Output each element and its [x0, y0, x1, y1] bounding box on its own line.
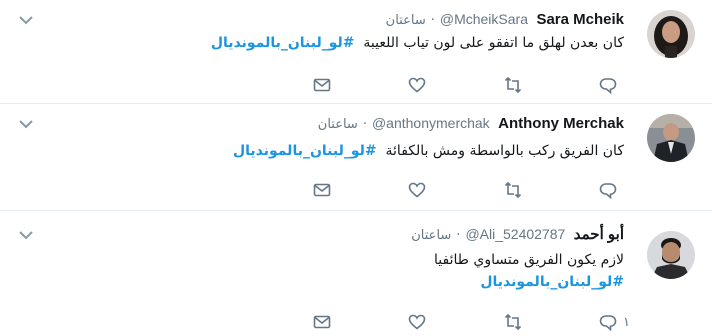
retweet-icon [504, 76, 522, 94]
tweet-header: ساعتان · @McheikSara Sara Mcheik [386, 8, 624, 32]
reply-button[interactable]: ١ [599, 312, 630, 332]
bearded-man-avatar-icon [647, 231, 695, 279]
message-button[interactable] [313, 312, 331, 332]
hashtag-link[interactable]: #لو_لبنان_بالمونديال [434, 271, 624, 293]
avatar[interactable] [647, 10, 695, 58]
message-icon [313, 78, 331, 92]
tweet-actions [0, 75, 712, 95]
retweet-icon [504, 181, 522, 199]
tweet-header: ساعتان · @Ali_52402787 أبو أحمد [411, 223, 624, 247]
reply-icon [599, 315, 617, 331]
hashtag-link[interactable]: #لو_لبنان_بالمونديال [211, 35, 355, 51]
separator-dot: · [456, 228, 461, 243]
user-name[interactable]: Sara Mcheik [536, 11, 624, 28]
tweet[interactable]: ساعتان · @McheikSara Sara Mcheik كان بعدن … [0, 0, 712, 104]
chevron-down-icon[interactable] [18, 14, 34, 26]
tweet-time[interactable]: ساعتان [318, 117, 358, 132]
user-handle[interactable]: @anthonymerchak [372, 115, 490, 131]
like-button[interactable] [408, 180, 426, 200]
like-button[interactable] [408, 312, 426, 332]
tweet-body: كان بعدن لهلق ما اتفقو على لون تياب اللع… [363, 35, 624, 51]
avatar[interactable] [647, 114, 695, 162]
message-button[interactable] [313, 180, 331, 200]
tweet-header: ساعتان · @anthonymerchak Anthony Merchak [318, 112, 624, 136]
user-handle[interactable]: @McheikSara [440, 11, 528, 27]
woman-avatar-icon [647, 10, 695, 58]
user-name[interactable]: أبو أحمد [574, 226, 624, 243]
chevron-down-icon[interactable] [18, 229, 34, 241]
chevron-down-icon[interactable] [18, 118, 34, 130]
reply-icon [599, 183, 617, 199]
tweet[interactable]: ساعتان · @anthonymerchak Anthony Merchak ك… [0, 104, 712, 211]
avatar[interactable] [647, 231, 695, 279]
like-icon [408, 182, 426, 198]
tweet-text: كان بعدن لهلق ما اتفقو على لون تياب اللع… [211, 32, 624, 54]
man-suit-avatar-icon [647, 114, 695, 162]
reply-button[interactable] [599, 180, 623, 200]
retweet-button[interactable] [504, 312, 522, 332]
tweet-text: كان الفريق ركب بالواسطة ومش بالكفائة #لو… [233, 140, 624, 162]
tweet-body: كان الفريق ركب بالواسطة ومش بالكفائة [385, 143, 624, 159]
tweet[interactable]: ساعتان · @Ali_52402787 أبو أحمد لازم يكون … [0, 211, 712, 336]
like-icon [408, 314, 426, 330]
message-icon [313, 183, 331, 197]
separator-dot: · [362, 117, 367, 132]
tweet-time[interactable]: ساعتان [386, 13, 426, 28]
hashtag-link[interactable]: #لو_لبنان_بالمونديال [233, 143, 377, 159]
retweet-icon [504, 313, 522, 331]
retweet-button[interactable] [504, 180, 522, 200]
message-button[interactable] [313, 75, 331, 95]
tweet-body: لازم يكون الفريق متساوي طائفيا [434, 252, 624, 268]
user-handle[interactable]: @Ali_52402787 [465, 226, 565, 242]
like-button[interactable] [408, 75, 426, 95]
reply-button[interactable] [599, 75, 623, 95]
tweet-actions [0, 180, 712, 200]
separator-dot: · [430, 13, 435, 28]
like-icon [408, 77, 426, 93]
tweet-text: لازم يكون الفريق متساوي طائفيا #لو_لبنان… [434, 249, 624, 293]
message-icon [313, 315, 331, 329]
retweet-button[interactable] [504, 75, 522, 95]
reply-icon [599, 78, 617, 94]
tweet-time[interactable]: ساعتان [411, 228, 451, 243]
user-name[interactable]: Anthony Merchak [498, 115, 624, 132]
reply-count: ١ [623, 314, 630, 330]
tweet-actions: ١ [0, 312, 712, 332]
